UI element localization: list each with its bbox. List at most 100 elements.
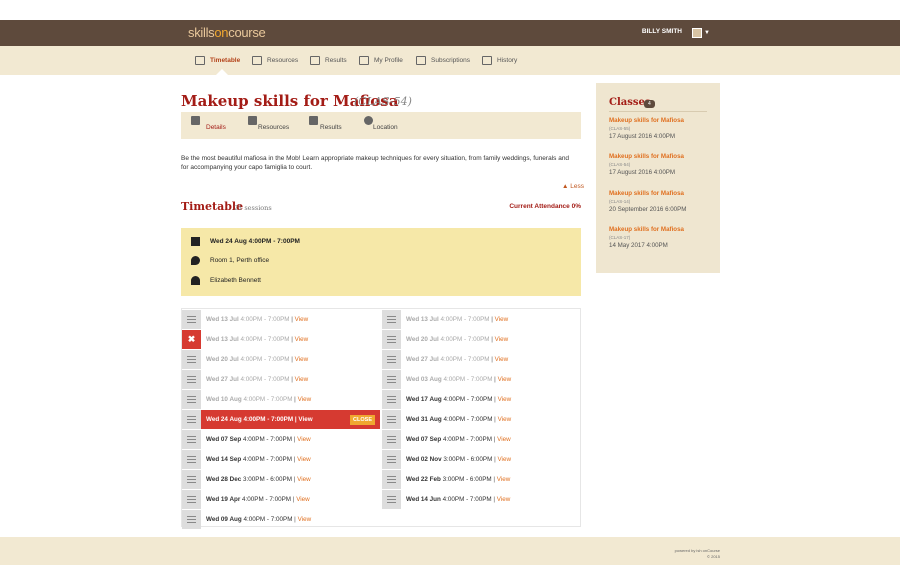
session-row[interactable]: Wed 07 Sep 4:00PM - 7:00PM | View — [182, 430, 380, 449]
session-row[interactable]: Wed 31 Aug 4:00PM - 7:00PM | View — [382, 410, 580, 429]
close-button[interactable]: CLOSE — [350, 414, 375, 425]
session-time: 4:00PM - 7:00PM — [243, 416, 294, 423]
session-time: 4:00PM - 7:00PM — [242, 456, 292, 463]
session-row[interactable]: Wed 27 Jul 4:00PM - 7:00PM | View — [182, 370, 380, 389]
course-code: (CLAS-54) — [354, 95, 412, 108]
nav-resources[interactable]: Resources — [252, 56, 298, 65]
session-date: Wed 07 Sep — [406, 436, 442, 443]
session-row[interactable]: Wed 13 Jul 4:00PM - 7:00PM | View — [382, 310, 580, 329]
list-icon — [182, 430, 201, 449]
session-details-box: Wed 24 Aug 4:00PM - 7:00PM Room 1, Perth… — [181, 228, 581, 296]
session-row[interactable]: Wed 28 Dec 3:00PM - 6:00PM | View — [182, 470, 380, 489]
classes-count-badge: 4 — [644, 100, 655, 108]
view-link[interactable]: View — [298, 516, 312, 523]
nav-my-profile[interactable]: My Profile — [359, 56, 403, 65]
session-time: 3:00PM - 6:00PM — [242, 476, 292, 483]
session-row[interactable]: Wed 09 Aug 4:00PM - 7:00PM | View — [182, 510, 380, 529]
session-row[interactable]: Wed 20 Jul 4:00PM - 7:00PM | View — [182, 350, 380, 369]
class-item[interactable]: Makeup skills for Mafiosa (CLAS-14) 20 Sep… — [609, 190, 709, 213]
nav-results[interactable]: Results — [310, 56, 347, 65]
session-time: 4:00PM - 7:00PM — [440, 336, 490, 343]
nav-subscriptions[interactable]: Subscriptions — [416, 56, 470, 65]
session-count: 21 sessions — [234, 204, 272, 212]
view-link[interactable]: View — [295, 356, 309, 363]
session-date: Wed 24 Aug — [206, 416, 242, 423]
view-link[interactable]: View — [497, 496, 511, 503]
session-row[interactable]: Wed 22 Feb 3:00PM - 6:00PM | View — [382, 470, 580, 489]
main-nav: Timetable Resources Results My Profile S… — [0, 46, 900, 75]
view-link[interactable]: View — [298, 396, 312, 403]
session-row[interactable]: Wed 17 Aug 4:00PM - 7:00PM | View — [382, 390, 580, 409]
session-time: 3:00PM - 6:00PM — [443, 456, 493, 463]
view-link[interactable]: View — [295, 316, 309, 323]
session-row[interactable]: Wed 03 Aug 4:00PM - 7:00PM | View — [382, 370, 580, 389]
view-link[interactable]: View — [296, 496, 310, 503]
view-link[interactable]: View — [497, 456, 511, 463]
list-icon — [382, 310, 401, 329]
top-strip — [0, 0, 900, 20]
cancelled-icon: ✖ — [182, 330, 201, 349]
session-date: Wed 07 Sep — [206, 436, 242, 443]
view-link[interactable]: View — [297, 456, 311, 463]
view-link[interactable]: View — [495, 356, 509, 363]
view-link[interactable]: View — [498, 396, 512, 403]
less-link[interactable]: ▲ Less — [562, 183, 584, 190]
header-bar: skillsoncourse BILLY SMITH ▼ — [0, 20, 900, 46]
session-time: 4:00PM - 7:00PM — [243, 396, 293, 403]
course-description: Be the most beautiful mafiosa in the Mob… — [181, 155, 570, 171]
folder-icon — [252, 56, 262, 65]
view-link[interactable]: View — [298, 416, 312, 423]
user-name[interactable]: BILLY SMITH — [642, 28, 682, 35]
session-date: Wed 14 Jun — [406, 496, 441, 503]
view-link[interactable]: View — [295, 336, 309, 343]
sub-tabs: Details Resources Results Location — [181, 112, 581, 139]
session-row[interactable]: Wed 07 Sep 4:00PM - 7:00PM | View — [382, 430, 580, 449]
list-icon — [182, 310, 201, 329]
session-time: 4:00PM - 7:00PM — [240, 316, 290, 323]
session-date: Wed 20 Jul — [206, 356, 239, 363]
nav-history[interactable]: History — [482, 56, 517, 65]
class-item[interactable]: Makeup skills for Mafiosa (CLAS-17) 14 May… — [609, 226, 709, 249]
session-row[interactable]: Wed 10 Aug 4:00PM - 7:00PM | View — [182, 390, 380, 409]
list-icon — [182, 510, 201, 529]
session-row[interactable]: Wed 02 Nov 3:00PM - 6:00PM | View — [382, 450, 580, 469]
session-date: Wed 13 Jul — [406, 316, 439, 323]
session-date: Wed 13 Jul — [206, 316, 239, 323]
list-icon — [382, 350, 401, 369]
session-row[interactable]: Wed 19 Apr 4:00PM - 7:00PM | View — [182, 490, 380, 509]
view-link[interactable]: View — [297, 476, 311, 483]
session-time: 4:00PM - 7:00PM — [443, 376, 493, 383]
class-item[interactable]: Makeup skills for Mafiosa (CLAS-55) 17 Aug… — [609, 117, 709, 140]
session-row[interactable]: ✖ Wed 13 Jul 4:00PM - 7:00PM | View — [182, 330, 380, 349]
session-row[interactable]: Wed 14 Sep 4:00PM - 7:00PM | View — [182, 450, 380, 469]
session-date: Wed 02 Nov — [406, 456, 442, 463]
view-link[interactable]: View — [495, 336, 509, 343]
view-link[interactable]: View — [498, 376, 512, 383]
list-icon — [382, 330, 401, 349]
view-link[interactable]: View — [497, 476, 511, 483]
view-link[interactable]: View — [495, 316, 509, 323]
chevron-down-icon[interactable]: ▼ — [704, 30, 710, 36]
nav-timetable[interactable]: Timetable — [195, 56, 240, 65]
list-icon — [382, 470, 401, 489]
session-row[interactable]: Wed 24 Aug 4:00PM - 7:00PM | View CLOSE — [182, 410, 380, 429]
class-item[interactable]: Makeup skills for Mafiosa (CLAS-54) 17 Aug… — [609, 153, 709, 176]
nav-pointer — [216, 69, 228, 75]
session-row[interactable]: Wed 13 Jul 4:00PM - 7:00PM | View — [182, 310, 380, 329]
list-icon — [182, 370, 201, 389]
folder-icon — [248, 116, 257, 125]
view-link[interactable]: View — [497, 436, 511, 443]
view-link[interactable]: View — [295, 376, 309, 383]
session-row[interactable]: Wed 27 Jul 4:00PM - 7:00PM | View — [382, 350, 580, 369]
session-date: Wed 09 Aug — [206, 516, 242, 523]
session-date: Wed 14 Sep — [206, 456, 242, 463]
avatar[interactable] — [692, 28, 702, 38]
calendar-icon — [191, 237, 200, 246]
logo[interactable]: skillsoncourse — [188, 25, 266, 40]
view-link[interactable]: View — [297, 436, 311, 443]
session-row[interactable]: Wed 14 Jun 4:00PM - 7:00PM | View — [382, 490, 580, 509]
session-date: Wed 31 Aug — [406, 416, 442, 423]
session-row[interactable]: Wed 20 Jul 4:00PM - 7:00PM | View — [382, 330, 580, 349]
session-time: 4:00PM - 7:00PM — [242, 436, 292, 443]
view-link[interactable]: View — [498, 416, 512, 423]
